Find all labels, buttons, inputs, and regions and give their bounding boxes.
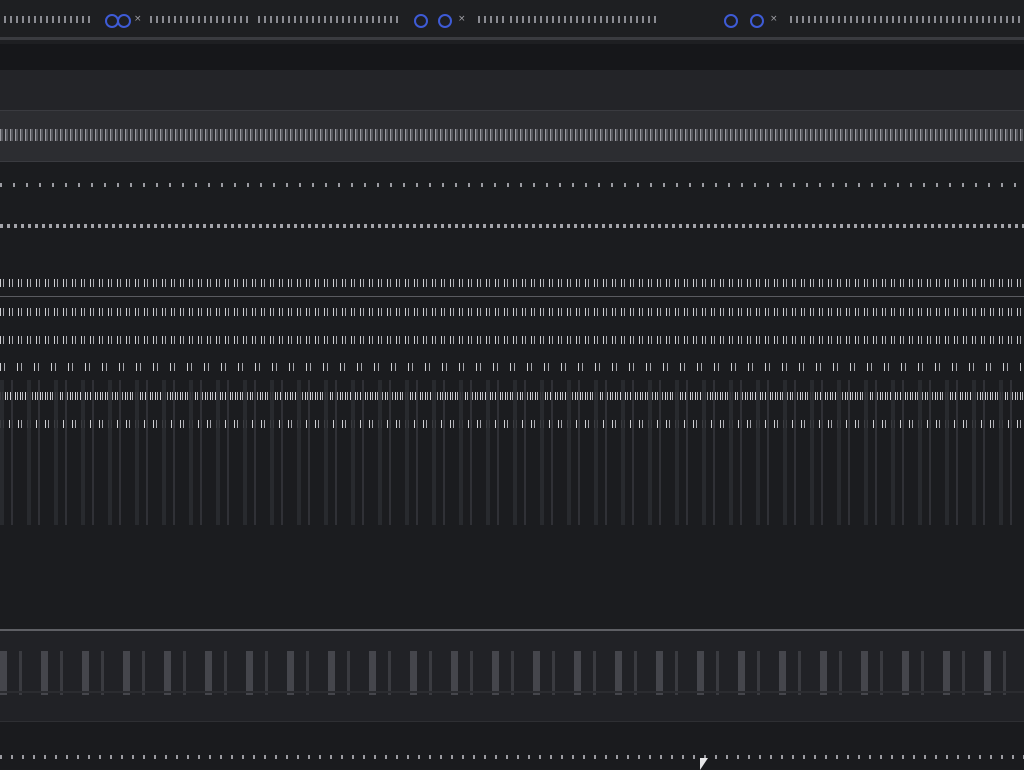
status-bar-text bbox=[0, 722, 1, 723]
close-tab-icon[interactable]: × bbox=[134, 15, 142, 24]
row-text bbox=[0, 333, 1, 334]
tab-label bbox=[0, 10, 1, 11]
nav-row-text bbox=[0, 181, 1, 182]
tab-favicon-icon bbox=[724, 14, 738, 28]
table-row[interactable] bbox=[0, 333, 1024, 347]
banner bbox=[0, 110, 1024, 162]
footer-panel bbox=[0, 629, 1024, 723]
table-header-text bbox=[0, 270, 1, 271]
tab-favicon-icon bbox=[750, 14, 764, 28]
table-row[interactable] bbox=[0, 360, 1024, 374]
address-text bbox=[0, 44, 1, 45]
address-bar[interactable] bbox=[0, 44, 1024, 71]
tab[interactable]: × bbox=[0, 10, 250, 30]
tab-favicon-icon bbox=[414, 14, 428, 28]
close-tab-icon[interactable]: × bbox=[458, 15, 466, 24]
nav-row[interactable] bbox=[0, 181, 1024, 189]
tab-bar: × × × bbox=[0, 0, 1024, 44]
table-row[interactable] bbox=[0, 305, 1024, 319]
tab[interactable] bbox=[510, 10, 770, 30]
table-header bbox=[0, 270, 1024, 297]
column-rails bbox=[0, 380, 1024, 525]
toolbar-label bbox=[0, 70, 1, 71]
meta-row bbox=[0, 222, 1024, 230]
tab[interactable]: × bbox=[770, 10, 1024, 30]
mouse-pointer-icon bbox=[700, 758, 708, 770]
footer-text bbox=[0, 631, 1, 632]
tab-label bbox=[770, 10, 771, 11]
row-text bbox=[0, 360, 1, 361]
tab-label bbox=[258, 10, 259, 11]
banner-text-strip bbox=[0, 129, 1024, 141]
meta-row-text bbox=[0, 222, 1, 223]
tab[interactable]: × bbox=[258, 10, 508, 30]
tab-favicon-icon bbox=[438, 14, 452, 28]
tab-favicon-icon bbox=[117, 14, 131, 28]
close-tab-icon[interactable]: × bbox=[770, 15, 778, 24]
banner-text bbox=[0, 111, 1, 112]
tab-label bbox=[510, 10, 511, 11]
status-bar bbox=[0, 721, 1024, 769]
row-text bbox=[0, 305, 1, 306]
toolbar bbox=[0, 70, 1024, 110]
